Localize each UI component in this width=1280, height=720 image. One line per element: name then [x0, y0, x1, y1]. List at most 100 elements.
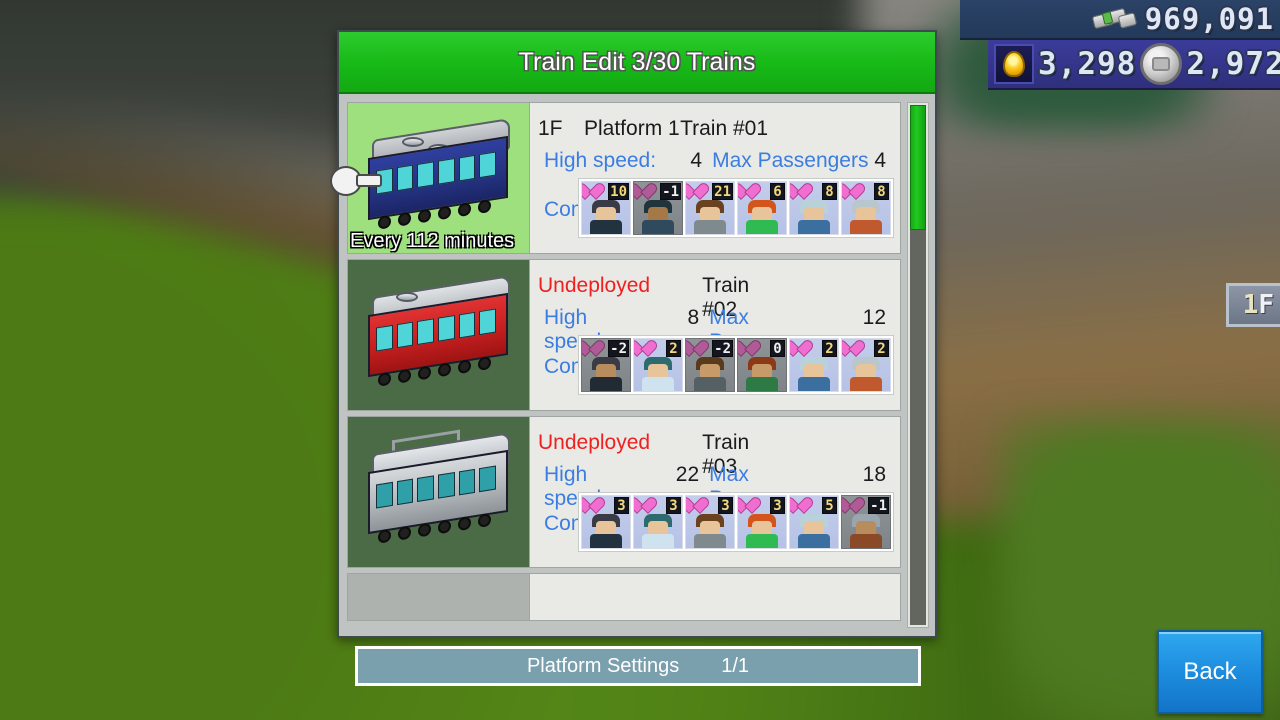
high-speed-value: 4 — [690, 149, 703, 172]
platform-settings-page: 1/1 — [721, 654, 750, 677]
red-commuter-train-art — [362, 275, 518, 388]
passenger-avatar — [797, 200, 831, 234]
train-status-line: Undeployed Train #03 — [538, 431, 886, 478]
silver-coin-icon — [1140, 43, 1183, 85]
list-scrollbar[interactable] — [907, 102, 929, 628]
passenger-compatibility-strip[interactable]: 3 3 3 3 5 -1 — [578, 492, 894, 552]
passenger-value: 10 — [608, 183, 629, 200]
passenger-avatar — [745, 357, 779, 391]
heart-icon — [845, 341, 862, 356]
passenger-tile[interactable]: 6 — [737, 181, 787, 235]
train-thumbnail[interactable] — [348, 417, 530, 567]
dialog-body: Every 112 minutes 1F Platform 1 Train #0… — [339, 94, 935, 636]
scrollbar-thumb[interactable] — [910, 105, 926, 230]
passenger-avatar — [641, 514, 675, 548]
heart-icon — [689, 498, 706, 513]
passenger-tile[interactable]: 5 — [789, 495, 839, 549]
heart-icon — [793, 498, 810, 513]
passenger-tile[interactable]: 3 — [737, 495, 787, 549]
passenger-value: -1 — [868, 497, 889, 514]
passenger-tile[interactable]: 3 — [685, 495, 735, 549]
dialog-title: Train Edit 3/30 Trains — [518, 47, 756, 76]
passenger-avatar — [641, 200, 675, 234]
passenger-avatar — [745, 200, 779, 234]
passenger-compatibility-strip[interactable]: 10 -1 21 6 8 8 — [578, 178, 894, 238]
passenger-tile[interactable]: 8 — [789, 181, 839, 235]
floor-letter: F — [1258, 290, 1274, 320]
high-speed-value: 22 — [675, 463, 700, 486]
silver-electric-locomotive-art — [362, 429, 518, 545]
passenger-tile[interactable]: -1 — [633, 181, 683, 235]
heart-icon — [585, 498, 602, 513]
passenger-tile[interactable]: 8 — [841, 181, 891, 235]
passenger-value: 2 — [666, 340, 681, 357]
passenger-value: 21 — [712, 183, 733, 200]
heart-icon — [637, 341, 654, 356]
blue-passenger-car-art — [362, 118, 518, 231]
hud-money-row: 969,091 — [960, 0, 1280, 40]
coin-amount: 2,972 — [1186, 46, 1280, 82]
train-thumbnail-empty[interactable] — [348, 574, 530, 620]
passenger-tile[interactable]: -2 — [685, 338, 735, 392]
scrollbar-track[interactable] — [910, 105, 926, 625]
passenger-tile[interactable]: 0 — [737, 338, 787, 392]
dialog-header: Train Edit 3/30 Trains — [339, 32, 935, 94]
passenger-tile[interactable]: 21 — [685, 181, 735, 235]
train-number: Train #01 — [680, 117, 768, 140]
floor-number: 1 — [1242, 290, 1259, 320]
passenger-avatar — [641, 357, 675, 391]
passenger-tile[interactable]: 2 — [789, 338, 839, 392]
train-info-empty — [530, 574, 900, 620]
train-interval-caption: Every 112 minutes — [350, 230, 515, 252]
train-edit-dialog: Train Edit 3/30 Trains Every 112 minutes… — [337, 30, 937, 638]
floor-indicator-tab[interactable]: 1 F — [1225, 283, 1280, 327]
train-info: 1F Platform 1 Train #01 High speed: 4 Ma… — [530, 103, 900, 253]
money-amount: 969,091 — [1144, 2, 1274, 36]
heart-icon — [741, 341, 758, 356]
passenger-avatar — [849, 514, 883, 548]
passenger-value: 5 — [822, 497, 837, 514]
platform-settings-bar[interactable]: Platform Settings 1/1 — [355, 646, 921, 686]
passenger-tile[interactable]: -1 — [841, 495, 891, 549]
train-info: Undeployed Train #03 High speed: 22 Max … — [530, 417, 900, 567]
passenger-avatar — [693, 200, 727, 234]
heart-icon — [793, 341, 810, 356]
passenger-avatar — [589, 514, 623, 548]
heart-icon — [637, 498, 654, 513]
passenger-compatibility-strip[interactable]: -2 2 -2 0 2 2 — [578, 335, 894, 395]
passenger-avatar — [797, 357, 831, 391]
train-list-item-empty[interactable] — [347, 573, 901, 621]
high-speed-label: High speed: — [544, 149, 657, 172]
train-compat-line: Compa -2 2 — [538, 335, 894, 395]
passenger-value: 6 — [770, 183, 785, 200]
train-list-item[interactable]: Undeployed Train #02 High speed: 8 Max P… — [347, 259, 901, 411]
passenger-tile[interactable]: 2 — [841, 338, 891, 392]
max-passengers-value: 18 — [862, 463, 886, 486]
train-list[interactable]: Every 112 minutes 1F Platform 1 Train #0… — [347, 102, 901, 628]
passenger-tile[interactable]: 2 — [633, 338, 683, 392]
passenger-value: 2 — [822, 340, 837, 357]
heart-icon — [793, 184, 810, 199]
back-button[interactable]: Back — [1157, 630, 1263, 714]
passenger-avatar — [589, 357, 623, 391]
train-info: Undeployed Train #02 High speed: 8 Max P… — [530, 260, 900, 410]
train-status-undeployed: Undeployed — [538, 431, 651, 454]
train-list-item[interactable]: Undeployed Train #03 High speed: 22 Max … — [347, 416, 901, 568]
heart-icon — [585, 341, 602, 356]
passenger-tile[interactable]: -2 — [581, 338, 631, 392]
passenger-value: 2 — [874, 340, 889, 357]
passenger-value: 8 — [874, 183, 889, 200]
passenger-avatar — [849, 357, 883, 391]
heart-icon — [637, 184, 654, 199]
passenger-tile[interactable]: 3 — [581, 495, 631, 549]
train-thumbnail[interactable] — [348, 260, 530, 410]
resource-hud: 969,091 3,298 2,972 — [960, 0, 1280, 90]
passenger-value: -2 — [712, 340, 733, 357]
passenger-tile[interactable]: 10 — [581, 181, 631, 235]
passenger-value: 3 — [614, 497, 629, 514]
heart-icon — [689, 184, 706, 199]
heart-icon — [845, 184, 862, 199]
train-list-item[interactable]: Every 112 minutes 1F Platform 1 Train #0… — [347, 102, 901, 254]
train-platform: Platform 1 — [584, 117, 680, 140]
passenger-tile[interactable]: 3 — [633, 495, 683, 549]
